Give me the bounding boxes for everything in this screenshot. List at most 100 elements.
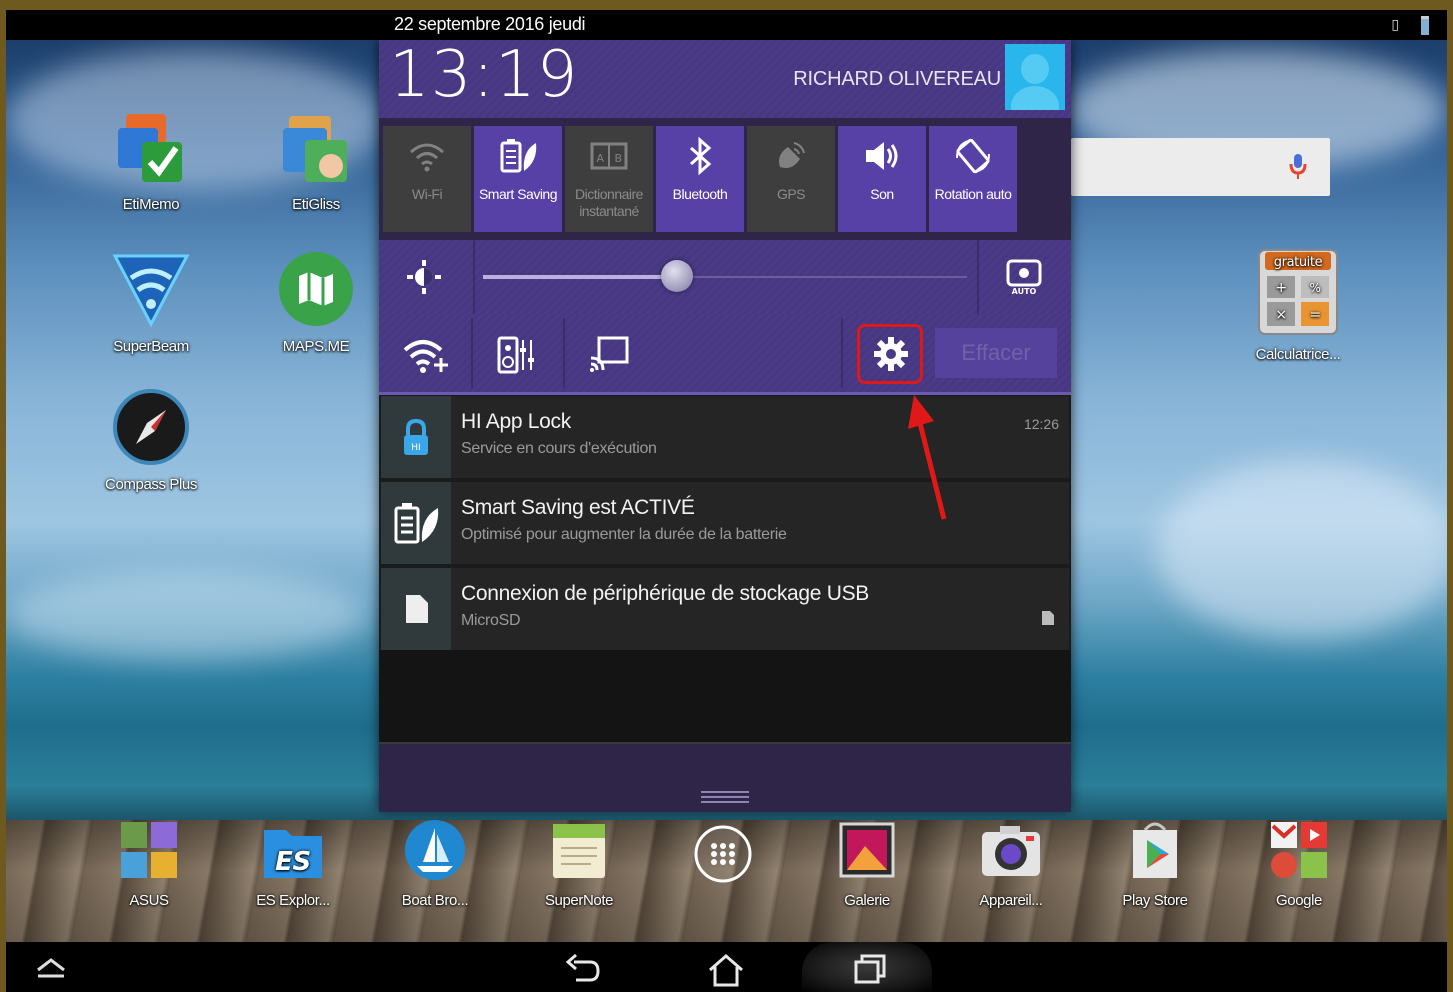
- all-apps-button[interactable]: [658, 824, 788, 894]
- google-search-widget[interactable]: [1071, 138, 1330, 196]
- cast-screen-icon[interactable]: [589, 336, 631, 379]
- drag-handle-icon[interactable]: [699, 788, 751, 811]
- notification-time: 12:26: [1023, 416, 1059, 432]
- battery-leaf-icon: [381, 482, 451, 564]
- notification-text: Service en cours d'exécution: [461, 440, 657, 457]
- settings-highlight-box: [857, 324, 923, 384]
- mapsme-icon: [256, 250, 376, 332]
- lock-icon: HI: [381, 396, 451, 478]
- dock-galerie[interactable]: Galerie: [802, 818, 932, 909]
- app-superbeam[interactable]: SuperBeam: [91, 250, 211, 355]
- dock-play-store[interactable]: Play Store: [1090, 818, 1220, 909]
- shade-empty-area: [379, 650, 1071, 742]
- notification-shade[interactable]: 13:19 RICHARD OLIVEREAU Wi-Fi Smart Savi…: [379, 38, 1071, 812]
- avatar[interactable]: [1005, 44, 1065, 110]
- dock-appareil[interactable]: Appareil...: [946, 818, 1076, 909]
- shade-action-row: Effacer: [379, 314, 1071, 395]
- sound-icon: [838, 126, 926, 186]
- wallpaper-cloud: [6, 570, 366, 660]
- svg-text:×: ×: [1275, 307, 1286, 323]
- app-compass-plus[interactable]: Compass Plus: [91, 388, 211, 493]
- user-name[interactable]: RICHARD OLIVEREAU: [793, 68, 1001, 91]
- sd-card-small-icon: [1041, 610, 1055, 631]
- wallpaper-cloud: [1156, 460, 1447, 640]
- annotation-arrow-icon: [904, 393, 954, 528]
- svg-text:+: +: [1275, 280, 1286, 296]
- status-date: 22 septembre 2016 jeudi: [394, 14, 586, 34]
- home-icon[interactable]: [706, 952, 746, 992]
- brightness-fill: [483, 275, 677, 279]
- mic-icon[interactable]: [1288, 152, 1308, 185]
- play-store-icon: [1090, 818, 1220, 886]
- etigliss-icon: [256, 110, 376, 190]
- tablet-screen: 22 septembre 2016 jeudi ▯ EtiMemo EtiGli…: [6, 10, 1447, 992]
- camera-icon: [946, 818, 1076, 886]
- shade-footer[interactable]: [379, 742, 1071, 812]
- app-label: EtiGliss: [292, 196, 340, 213]
- dock-label: Boat Bro...: [401, 892, 469, 909]
- boat-browser-icon: [370, 818, 500, 886]
- tile-wifi[interactable]: Wi-Fi: [383, 126, 471, 232]
- clear-notifications-button[interactable]: Effacer: [935, 328, 1057, 378]
- dock-label: ES Explor...: [256, 892, 330, 909]
- google-folder-icon: [1234, 818, 1364, 886]
- supernote-icon: [514, 818, 644, 886]
- tile-dictionnaire[interactable]: AB Dictionnaire instantané: [565, 126, 653, 232]
- dock-label: Play Store: [1122, 892, 1188, 909]
- battery-leaf-icon: [474, 126, 562, 186]
- app-label: MAPS.ME: [282, 338, 350, 355]
- app-etigliss[interactable]: EtiGliss: [256, 110, 376, 213]
- tile-label: Son: [870, 186, 894, 202]
- dock-label: ASUS: [129, 892, 169, 909]
- auto-brightness-icon: AUTO: [1006, 259, 1042, 296]
- es-explorer-icon: ES: [228, 818, 358, 886]
- compass-icon: [91, 388, 211, 470]
- sd-card-icon: [381, 568, 451, 650]
- tile-bluetooth[interactable]: Bluetooth: [656, 126, 744, 232]
- dock-label: Appareil...: [979, 892, 1043, 909]
- recent-apps-icon[interactable]: [852, 952, 890, 991]
- svg-text:=: =: [1309, 307, 1320, 323]
- notification-smart-saving[interactable]: Smart Saving est ACTIVÉ Optimisé pour au…: [381, 482, 1069, 564]
- dock-label: Google: [1276, 892, 1322, 909]
- quick-settings-tiles: Wi-Fi Smart Saving AB Dictionnaire insta…: [379, 118, 1071, 240]
- asus-folder-icon: [84, 818, 214, 886]
- notification-hi-app-lock[interactable]: HI HI App Lock Service en cours d'exécut…: [381, 396, 1069, 478]
- menu-up-icon[interactable]: [34, 952, 68, 987]
- shade-header: 13:19 RICHARD OLIVEREAU: [379, 38, 1071, 118]
- dock-es-explorer[interactable]: ES ES Explor...: [228, 818, 358, 909]
- app-mapsme[interactable]: MAPS.ME: [256, 250, 376, 355]
- dock-label: SuperNote: [544, 892, 614, 909]
- superbeam-icon: [91, 250, 211, 332]
- svg-text:AUTO: AUTO: [1012, 287, 1037, 296]
- gallery-icon: [802, 818, 932, 886]
- brightness-slider-thumb[interactable]: [660, 260, 693, 292]
- notification-text: MicroSD: [461, 612, 521, 629]
- status-icons: ▯: [1391, 16, 1429, 35]
- dock-google[interactable]: Google: [1234, 818, 1364, 909]
- app-etimemo[interactable]: EtiMemo: [91, 110, 211, 213]
- app-label: SuperBeam: [113, 338, 189, 355]
- tile-label: Dictionnaire instantané: [575, 186, 643, 219]
- status-bar[interactable]: 22 septembre 2016 jeudi ▯: [6, 10, 1447, 40]
- dock-supernote[interactable]: SuperNote: [514, 818, 644, 909]
- tile-smart-saving[interactable]: Smart Saving: [474, 126, 562, 232]
- storage-icon: ▯: [1391, 16, 1400, 33]
- auto-brightness-toggle[interactable]: AUTO: [1005, 258, 1043, 301]
- wifi-settings-icon[interactable]: [403, 336, 449, 379]
- dock-boat-browser[interactable]: Boat Bro...: [370, 818, 500, 909]
- notification-usb-storage[interactable]: Connexion de périphérique de stockage US…: [381, 568, 1069, 650]
- audio-wizard-icon[interactable]: [497, 336, 537, 379]
- app-calculatrice[interactable]: gratuite + % × = Calculatrice...: [1238, 248, 1358, 363]
- tile-gps[interactable]: GPS: [747, 126, 835, 232]
- tile-label: Smart Saving: [478, 186, 558, 202]
- tile-label: GPS: [776, 186, 806, 202]
- tile-label: Wi-Fi: [411, 186, 443, 202]
- svg-text:%: %: [1309, 281, 1320, 295]
- tile-label: Rotation auto: [934, 186, 1012, 202]
- dock-asus[interactable]: ASUS: [84, 818, 214, 909]
- tile-rotation[interactable]: Rotation auto: [929, 126, 1017, 232]
- tile-son[interactable]: Son: [838, 126, 926, 232]
- back-icon[interactable]: [562, 952, 602, 991]
- clock: 13:19: [389, 38, 579, 112]
